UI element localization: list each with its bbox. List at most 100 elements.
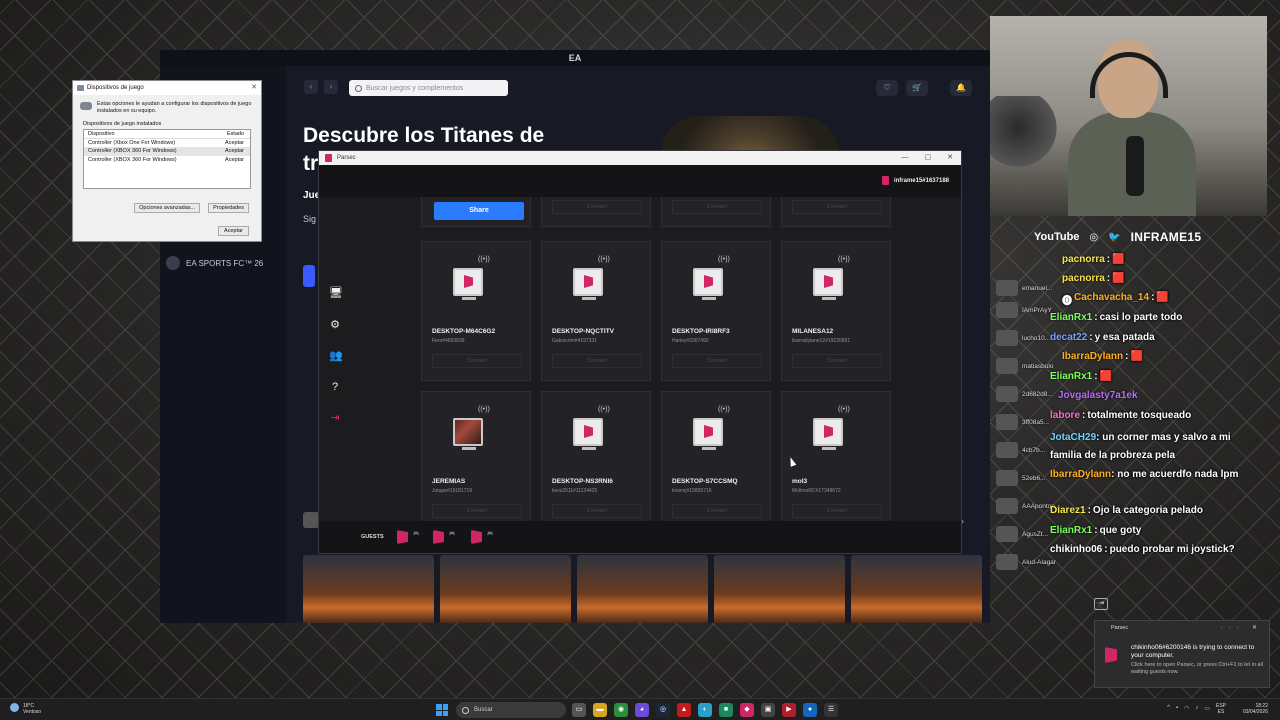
- monitor-stand: [822, 297, 836, 300]
- game-tile[interactable]: [714, 555, 845, 623]
- signal-icon: ((•)): [478, 256, 490, 263]
- game-thumbnail[interactable]: [303, 512, 319, 528]
- chat-message: ElianRx1: que goty: [1050, 525, 1141, 536]
- chat-username: IbarraDylann: [1050, 469, 1112, 480]
- connect-button[interactable]: Connect: [672, 354, 762, 368]
- connect-button[interactable]: Connect: [552, 504, 642, 518]
- discord-icon[interactable]: ◕: [635, 703, 649, 717]
- game-tile[interactable]: [851, 555, 982, 623]
- game-tile[interactable]: [577, 555, 708, 623]
- connect-button[interactable]: Connect: [792, 200, 882, 214]
- ok-button[interactable]: Aceptar: [218, 226, 249, 236]
- language-indicator[interactable]: ESP ES: [1216, 703, 1226, 715]
- chat-separator: :: [1087, 505, 1091, 516]
- computer-card[interactable]: ((•)) DESKTOP-IRI8RF3 Harley#3307492 Con…: [661, 241, 771, 381]
- chat-username: chikinho06: [1050, 544, 1103, 555]
- computer-card[interactable]: ((•)) DESKTOP-S7CCSMQ leosmj#15855716 Co…: [661, 391, 771, 521]
- connect-button[interactable]: Connect: [552, 354, 642, 368]
- cart-button[interactable]: 🛒: [906, 80, 928, 96]
- app-icon[interactable]: ■: [719, 703, 733, 717]
- chat-username: ElianRx1: [1050, 371, 1093, 382]
- gear-icon[interactable]: ⚙: [329, 319, 341, 331]
- computers-icon[interactable]: 🖥: [329, 287, 343, 299]
- guest-avatar[interactable]: [397, 530, 408, 544]
- computer-card[interactable]: ((•)) MILANESA12 ibarradylann12#19226891…: [781, 241, 891, 381]
- account-menu[interactable]: inframe15#1637188: [881, 176, 949, 185]
- monitor-stand: [582, 447, 596, 450]
- chrome-icon[interactable]: ◉: [614, 703, 628, 717]
- computer-card[interactable]: ((•)) DESKTOP-M64C6G2 Fero#4893836 Conne…: [421, 241, 531, 381]
- advanced-options-button[interactable]: Opciones avanzadas...: [134, 203, 201, 213]
- wifi-icon[interactable]: ◠: [1184, 705, 1189, 712]
- connect-button[interactable]: Connect: [672, 200, 762, 214]
- app-icon[interactable]: ☰: [824, 703, 838, 717]
- sidebar-item-ea-fc26[interactable]: EA SPORTS FC™ 26: [166, 256, 263, 270]
- gamepad-icon: 🎮: [413, 531, 420, 537]
- notification-controls[interactable]: ··· ✕: [1220, 624, 1263, 631]
- computer-card[interactable]: ((•)) DESKTOP-NS3RNI6 kevz2011#11124425 …: [541, 391, 651, 521]
- help-icon[interactable]: ?: [329, 381, 341, 393]
- ea-icon[interactable]: ▲: [677, 703, 691, 717]
- file-explorer-icon[interactable]: ▬: [593, 703, 607, 717]
- chat-username: pacnorra: [1062, 273, 1105, 284]
- close-icon[interactable]: ✕: [251, 81, 257, 95]
- guest-avatar[interactable]: [471, 530, 482, 544]
- computer-card[interactable]: ((•)) mol3 MoltresRC#17349672 Connect: [781, 391, 891, 521]
- chat-username: Cachavacha_14: [1074, 292, 1150, 303]
- device-row[interactable]: Controller (XBOX 360 For Windows) Acepta…: [84, 147, 250, 156]
- device-list[interactable]: Dispositivo Estado Controller (Xbox One …: [83, 129, 251, 189]
- app-icon[interactable]: ●: [803, 703, 817, 717]
- connect-button[interactable]: Connect: [672, 504, 762, 518]
- app-icon[interactable]: ▶: [782, 703, 796, 717]
- friends-icon[interactable]: 👥: [329, 350, 343, 362]
- start-button[interactable]: [436, 704, 448, 716]
- properties-button[interactable]: Propiedades: [208, 203, 249, 213]
- hero-cta-button[interactable]: [303, 265, 315, 287]
- computer-card[interactable]: ((•)) DESKTOP-NQCTITV Gatoscrim#4197331 …: [541, 241, 651, 381]
- device-row[interactable]: Controller (Xbox One For Windows) Acepta…: [84, 139, 250, 148]
- ea-search-input[interactable]: Buscar juegos y complementos: [349, 80, 508, 96]
- connect-button[interactable]: Connect: [792, 354, 882, 368]
- game-tile[interactable]: [440, 555, 571, 623]
- chat-text: 🟥: [1130, 351, 1143, 362]
- parsec-notification[interactable]: Parsec ··· ✕ chikinho06#6200146 is tryin…: [1094, 620, 1270, 688]
- chat-separator: :: [1094, 312, 1098, 323]
- taskbar-search[interactable]: Buscar: [456, 702, 566, 718]
- connect-button[interactable]: Connect: [792, 504, 882, 518]
- chat-separator: :: [1106, 254, 1111, 265]
- app-icon[interactable]: ▣: [761, 703, 775, 717]
- edge-icon[interactable]: ◐: [698, 703, 712, 717]
- start-logo-tile: [436, 710, 442, 716]
- minimize-button[interactable]: —: [902, 151, 909, 165]
- chat-scroll-button[interactable]: ⇥: [1094, 598, 1108, 610]
- wishlist-button[interactable]: ♡: [876, 80, 898, 96]
- maximize-button[interactable]: ▢: [925, 151, 932, 165]
- guest-avatar[interactable]: [433, 530, 444, 544]
- connect-button[interactable]: Connect: [432, 354, 522, 368]
- battery-icon[interactable]: ▭: [1204, 705, 1210, 712]
- back-button[interactable]: ‹: [304, 80, 318, 94]
- weather-widget[interactable]: 18°C Ventoso: [10, 703, 41, 715]
- taskbar-clock[interactable]: 18:22 03/04/2026: [1243, 703, 1268, 715]
- computer-card[interactable]: ((•)) JEREMIAS Jotape#19181719 Connect: [421, 391, 531, 521]
- device-row[interactable]: Controller (XBOX 360 For Windows) Acepta…: [84, 156, 250, 165]
- chat-message: labore: totalmente tosqueado: [1050, 410, 1191, 421]
- monitor-icon: [573, 418, 603, 446]
- signal-icon: ((•)): [838, 406, 850, 413]
- connect-button[interactable]: Connect: [552, 200, 642, 214]
- notifications-button[interactable]: 🔔: [950, 80, 972, 96]
- chat-text: 🟥: [1156, 292, 1169, 303]
- tray-app-icon[interactable]: ▪: [1176, 705, 1178, 712]
- steam-icon[interactable]: ◎: [656, 703, 670, 717]
- volume-icon[interactable]: ♪: [1195, 705, 1198, 712]
- parsec-taskbar-icon[interactable]: ◆: [740, 703, 754, 717]
- connect-button[interactable]: Connect: [432, 504, 522, 518]
- close-button[interactable]: ✕: [947, 151, 953, 165]
- forward-button[interactable]: ›: [324, 80, 338, 94]
- chat-separator: :: [1094, 525, 1098, 536]
- game-tile[interactable]: [303, 555, 434, 623]
- task-view-icon[interactable]: ▭: [572, 703, 586, 717]
- share-button[interactable]: Share: [434, 202, 524, 220]
- signout-icon[interactable]: ⇥: [329, 412, 341, 424]
- chevron-up-icon[interactable]: ^: [1167, 705, 1170, 712]
